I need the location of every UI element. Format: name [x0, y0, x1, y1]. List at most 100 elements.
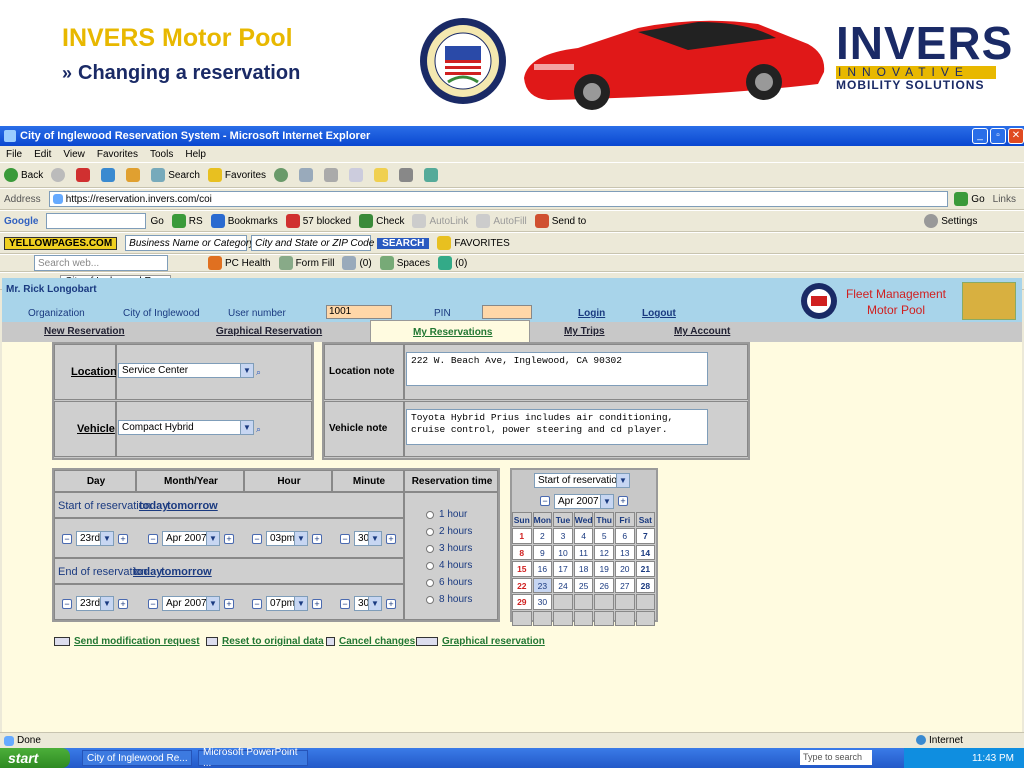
plus-icon[interactable]: + [386, 599, 396, 609]
minus-icon[interactable]: − [340, 534, 350, 544]
plus-icon[interactable]: + [224, 599, 234, 609]
start-hour-select[interactable]: 03pm ▼ [266, 531, 308, 546]
business-category-input[interactable]: Business Name or Category [125, 235, 254, 251]
vehicle-select[interactable]: Compact Hybrid ▼ [118, 420, 254, 435]
calendar-date-cell[interactable]: 10 [553, 544, 573, 560]
form-fill-button[interactable]: Form Fill [278, 256, 334, 270]
links-button[interactable]: Links [993, 194, 1016, 205]
vehicle-note-textarea[interactable]: Toyota Hybrid Prius includes air conditi… [406, 409, 708, 445]
mail-count-button[interactable]: (0) [342, 256, 372, 270]
back-button[interactable]: Back [4, 168, 43, 182]
autolink-button[interactable]: AutoLink [412, 214, 468, 228]
yellowpages-logo[interactable]: YELLOWPAGES.COM [4, 236, 118, 250]
maximize-button[interactable]: ▫ [990, 128, 1006, 144]
nav-my-trips[interactable]: My Trips [564, 326, 605, 337]
calendar-date-cell[interactable]: 5 [594, 528, 614, 544]
spaces-button[interactable]: Spaces [379, 256, 430, 270]
city-state-zip-input[interactable]: City and State or ZIP Code [251, 235, 374, 251]
calendar-date-cell[interactable]: 16 [532, 561, 553, 577]
duration-2-hours[interactable]: 2 hours [426, 526, 472, 537]
send-modification-link[interactable]: Send modification request [54, 636, 200, 647]
calendar-date-cell[interactable]: 4 [573, 528, 594, 544]
logout-link[interactable]: Logout [642, 308, 676, 319]
plus-icon[interactable]: + [118, 534, 128, 544]
duration-1-hour[interactable]: 1 hour [426, 509, 467, 520]
plus-icon[interactable]: + [386, 534, 396, 544]
minus-icon[interactable]: − [148, 599, 158, 609]
pagerank-icon[interactable]: RS [171, 214, 203, 228]
nav-graphical-reservation[interactable]: Graphical Reservation [216, 326, 322, 337]
forward-button[interactable] [51, 168, 68, 182]
calendar-date-cell[interactable]: 29 [512, 594, 532, 610]
calendar-date-cell[interactable]: 14 [635, 544, 656, 560]
plus-icon[interactable]: + [618, 496, 628, 506]
menu-edit[interactable]: Edit [34, 149, 51, 160]
plus-icon[interactable]: + [312, 599, 322, 609]
location-note-textarea[interactable]: 222 W. Beach Ave, Inglewood, CA 90302 [406, 352, 708, 386]
task-ie[interactable]: City of Inglewood Re... [82, 750, 192, 766]
window-titlebar[interactable]: City of Inglewood Reservation System - M… [0, 126, 1024, 146]
folder-button[interactable] [374, 168, 391, 182]
spellcheck-button[interactable]: Check [359, 214, 404, 228]
calendar-month-select[interactable]: Apr 2007 ▼ [554, 494, 614, 509]
close-button[interactable]: ✕ [1008, 128, 1024, 144]
calendar-date-cell[interactable]: 9 [532, 544, 553, 560]
calendar-date-cell[interactable]: 27 [615, 577, 635, 593]
calendar-date-cell[interactable]: 8 [512, 544, 532, 560]
start-day-select[interactable]: 23rd ▼ [76, 531, 114, 546]
calendar-date-cell[interactable]: 30 [532, 594, 553, 610]
minus-icon[interactable]: − [340, 599, 350, 609]
start-tomorrow-link[interactable]: tomorrow [167, 500, 218, 512]
nav-my-reservations[interactable]: My Reservations [413, 327, 492, 338]
menu-view[interactable]: View [63, 149, 85, 160]
minus-icon[interactable]: − [252, 599, 262, 609]
home-button[interactable] [126, 168, 143, 182]
graphical-reservation-link[interactable]: Graphical reservation [416, 636, 545, 647]
calendar-date-cell[interactable]: 2 [532, 528, 553, 544]
end-hour-select[interactable]: 07pm ▼ [266, 596, 308, 611]
task-powerpoint[interactable]: Microsoft PowerPoint ... [198, 747, 308, 769]
calendar-date-cell[interactable]: 23 [532, 577, 553, 593]
search-button[interactable]: Search [151, 168, 200, 182]
calendar-date-cell[interactable]: 20 [615, 561, 635, 577]
start-month-select[interactable]: Apr 2007 ▼ [162, 531, 220, 546]
magnifier-icon[interactable]: ⌕ [256, 424, 261, 435]
research-button[interactable] [399, 168, 416, 182]
google-go-button[interactable]: Go [150, 216, 163, 227]
print-button[interactable] [324, 168, 341, 182]
start-minute-select[interactable]: 30 ▼ [354, 531, 382, 546]
autofill-button[interactable]: AutoFill [476, 214, 527, 228]
yp-search-button[interactable]: SEARCH [377, 237, 430, 249]
pin-input[interactable] [482, 305, 532, 319]
people-button[interactable]: (0) [438, 256, 467, 270]
calendar-date-cell[interactable]: 6 [615, 528, 635, 544]
start-button[interactable]: start [0, 748, 70, 768]
calendar-date-cell[interactable]: 26 [594, 577, 614, 593]
yp-favorites-button[interactable]: FAVORITES [437, 236, 510, 250]
google-search-input[interactable] [46, 213, 147, 229]
location-select[interactable]: Service Center ▼ [118, 363, 254, 378]
popup-blocked-button[interactable]: 57 blocked [285, 214, 351, 228]
settings-button[interactable]: Settings [924, 214, 977, 228]
nav-my-account[interactable]: My Account [674, 326, 730, 337]
calendar-date-cell[interactable]: 3 [553, 528, 573, 544]
favorites-button[interactable]: Favorites [207, 168, 266, 182]
start-today-link[interactable]: today [139, 500, 168, 512]
menu-favorites[interactable]: Favorites [97, 149, 138, 160]
duration-3-hours[interactable]: 3 hours [426, 543, 472, 554]
calendar-date-cell[interactable]: 21 [635, 561, 656, 577]
end-today-link[interactable]: today [133, 566, 162, 578]
nav-my-reservations-tab[interactable]: My Reservations [370, 320, 530, 342]
calendar-date-cell[interactable]: 15 [512, 561, 532, 577]
calendar-date-cell[interactable]: 12 [594, 544, 614, 560]
sendto-button[interactable]: Send to [534, 214, 586, 228]
refresh-button[interactable] [101, 168, 118, 182]
calendar-date-cell[interactable]: 11 [573, 544, 594, 560]
calendar-date-cell[interactable]: 28 [635, 577, 656, 593]
calendar-date-cell[interactable]: 1 [512, 528, 532, 544]
duration-4-hours[interactable]: 4 hours [426, 560, 472, 571]
bookmarks-button[interactable]: Bookmarks [210, 214, 278, 228]
login-link[interactable]: Login [578, 308, 605, 319]
end-month-select[interactable]: Apr 2007 ▼ [162, 596, 220, 611]
taskbar-search-input[interactable]: Type to search [800, 750, 872, 765]
